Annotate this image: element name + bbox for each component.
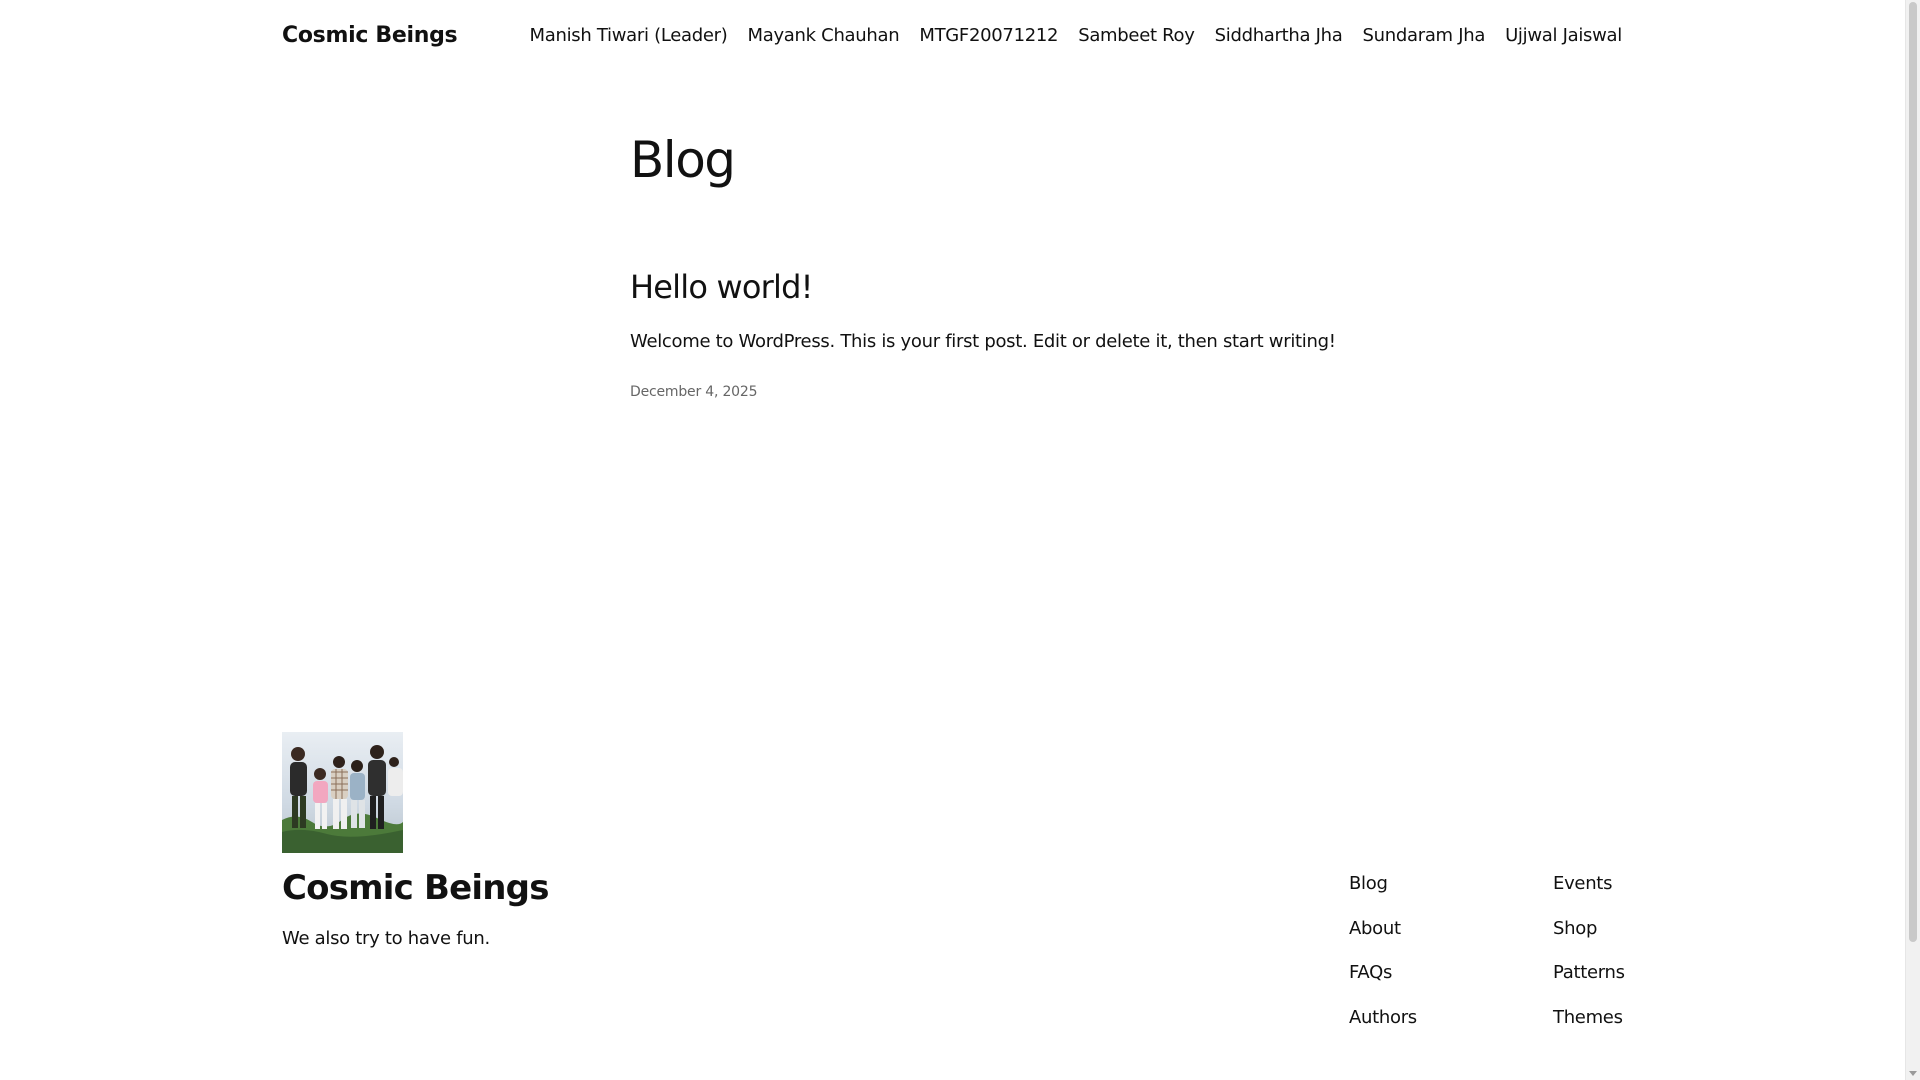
- nav-link-ujjwal-jaiswal[interactable]: Ujjwal Jaiswal: [1505, 25, 1622, 46]
- page: Cosmic Beings Manish Tiwari (Leader) May…: [0, 0, 1920, 1080]
- footer-link-patterns[interactable]: Patterns: [1553, 951, 1625, 996]
- post-title-link[interactable]: Hello world!: [630, 268, 1430, 306]
- scrollbar-thumb[interactable]: [1909, 2, 1917, 942]
- nav-link-sundaram-jha[interactable]: Sundaram Jha: [1363, 25, 1486, 46]
- footer-links-column-2: Events Shop Patterns Themes: [1553, 862, 1625, 1040]
- footer-tagline: We also try to have fun.: [282, 928, 490, 949]
- post-date: December 4, 2025: [630, 383, 758, 400]
- page-title: Blog: [630, 131, 736, 189]
- main-content: Blog Hello world! Welcome to WordPress. …: [630, 130, 1430, 400]
- nav-link-manish-tiwari[interactable]: Manish Tiwari (Leader): [530, 25, 728, 46]
- footer-link-events[interactable]: Events: [1553, 862, 1625, 907]
- site-header: Cosmic Beings Manish Tiwari (Leader) May…: [282, 18, 1622, 52]
- footer-link-shop[interactable]: Shop: [1553, 907, 1625, 952]
- nav-link-mayank-chauhan[interactable]: Mayank Chauhan: [747, 25, 899, 46]
- scroll-down-arrow-icon[interactable]: [1909, 1071, 1917, 1076]
- footer-link-about[interactable]: About: [1349, 907, 1417, 952]
- vertical-scrollbar[interactable]: [1905, 0, 1920, 1080]
- footer-links-column-1: Blog About FAQs Authors: [1349, 862, 1417, 1040]
- footer-site-title[interactable]: Cosmic Beings: [282, 868, 549, 908]
- nav-link-siddhartha-jha[interactable]: Siddhartha Jha: [1215, 25, 1343, 46]
- post-item: Hello world! Welcome to WordPress. This …: [630, 268, 1430, 400]
- nav-link-mtgf20071212[interactable]: MTGF20071212: [919, 25, 1058, 46]
- site-logo-photo[interactable]: [282, 732, 403, 853]
- footer-link-blog[interactable]: Blog: [1349, 862, 1417, 907]
- site-footer: Cosmic Beings We also try to have fun. B…: [282, 732, 1625, 1062]
- post-excerpt: Welcome to WordPress. This is your first…: [630, 331, 1336, 353]
- site-title-link[interactable]: Cosmic Beings: [282, 23, 458, 48]
- footer-link-authors[interactable]: Authors: [1349, 996, 1417, 1041]
- nav-link-sambeet-roy[interactable]: Sambeet Roy: [1078, 25, 1195, 46]
- main-navigation: Manish Tiwari (Leader) Mayank Chauhan MT…: [530, 25, 1623, 46]
- footer-link-themes[interactable]: Themes: [1553, 996, 1625, 1041]
- footer-link-faqs[interactable]: FAQs: [1349, 951, 1417, 996]
